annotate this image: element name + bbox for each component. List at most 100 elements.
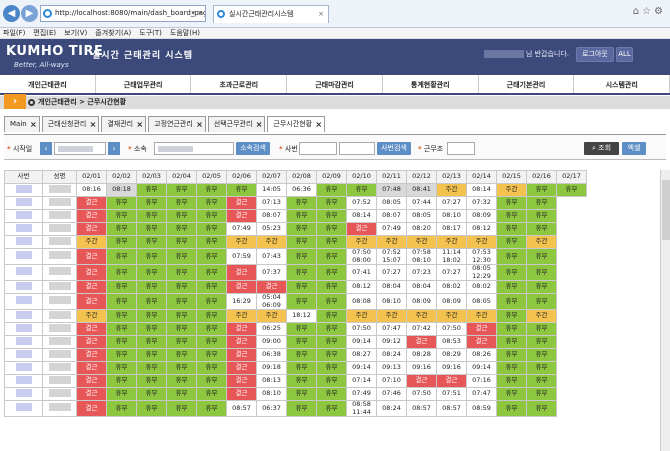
day-cell[interactable]: 휴무 <box>106 335 137 349</box>
day-cell[interactable]: 05:04 06:09 <box>256 293 287 310</box>
page-tab[interactable]: 근무시간현황 × <box>267 116 326 132</box>
day-cell[interactable]: 결근 <box>76 293 107 310</box>
forward-icon[interactable]: ▶ <box>21 5 38 22</box>
day-cell[interactable]: 08:16 <box>76 183 107 197</box>
day-cell[interactable]: 휴무 <box>286 348 317 362</box>
day-cell[interactable]: 결근 <box>256 280 287 294</box>
column-header[interactable]: 성명 <box>42 170 77 184</box>
day-cell[interactable]: 휴무 <box>106 348 137 362</box>
column-header[interactable]: 02/05 <box>196 170 227 184</box>
day-cell[interactable]: 06:25 <box>256 322 287 336</box>
close-tab-icon[interactable]: × <box>30 117 37 132</box>
day-cell[interactable]: 휴무 <box>106 309 137 323</box>
column-header[interactable]: 02/10 <box>346 170 377 184</box>
day-cell[interactable]: 휴무 <box>106 196 137 210</box>
day-cell[interactable]: 08:57 <box>226 400 257 417</box>
day-cell[interactable]: 휴무 <box>496 348 527 362</box>
day-cell[interactable]: 07:41 <box>346 264 377 281</box>
day-cell[interactable]: 07:59 <box>226 248 257 265</box>
day-cell[interactable]: 휴무 <box>196 293 227 310</box>
day-cell[interactable]: 휴무 <box>196 209 227 223</box>
day-cell[interactable]: 08:59 <box>466 400 497 417</box>
table-row[interactable]: 주간 휴무 휴무 휴무 휴무 주간 주간 휴무 휴무 주간 주간 주간 주간 주간 휴무 주간 <box>4 235 587 249</box>
day-cell[interactable]: 휴무 <box>166 222 197 236</box>
day-cell[interactable]: 휴무 <box>196 322 227 336</box>
column-header[interactable]: 02/08 <box>286 170 317 184</box>
day-cell[interactable]: 휴무 <box>316 209 347 223</box>
table-row[interactable]: 08:16 08:18 휴무 휴무 휴무 휴무 14:05 06:36 휴무 휴무 07:48 08:… <box>4 183 587 197</box>
column-header[interactable]: 02/03 <box>136 170 167 184</box>
day-cell[interactable]: 휴무 <box>106 248 137 265</box>
day-cell[interactable]: 휴무 <box>166 264 197 281</box>
close-tab-icon[interactable]: × <box>256 117 263 132</box>
menu-item[interactable]: 파일(F) <box>3 29 25 37</box>
column-header[interactable]: 02/02 <box>106 170 137 184</box>
day-cell[interactable]: 휴무 <box>346 183 377 197</box>
day-cell[interactable]: 휴무 <box>526 374 557 388</box>
day-cell[interactable]: 결근 <box>76 348 107 362</box>
day-cell[interactable]: 휴무 <box>556 183 587 197</box>
table-row[interactable]: 결근 휴무 휴무 휴무 휴무 결근 06:25 휴무 휴무 07:50 07:47 07:42 07:5… <box>4 322 587 336</box>
day-cell[interactable]: 06:37 <box>256 400 287 417</box>
day-cell[interactable]: 휴무 <box>526 335 557 349</box>
day-cell[interactable]: 휴무 <box>136 196 167 210</box>
start-date-input[interactable] <box>54 142 106 155</box>
day-cell[interactable]: 결근 <box>226 209 257 223</box>
day-cell[interactable]: 05:23 <box>256 222 287 236</box>
column-header[interactable]: 02/17 <box>556 170 587 184</box>
day-cell[interactable]: 휴무 <box>526 222 557 236</box>
day-cell[interactable]: 주간 <box>346 309 377 323</box>
star-icon[interactable]: ☆ <box>642 6 654 17</box>
column-header[interactable]: 02/09 <box>316 170 347 184</box>
day-cell[interactable]: 07:50 <box>346 322 377 336</box>
day-cell[interactable]: 휴무 <box>496 280 527 294</box>
day-cell[interactable]: 휴무 <box>106 322 137 336</box>
day-cell[interactable]: 주간 <box>226 309 257 323</box>
day-cell[interactable]: 08:09 <box>406 293 437 310</box>
page-tab[interactable]: 선택근무관리 × <box>207 116 266 132</box>
page-tab[interactable]: Main × <box>4 116 40 132</box>
table-row[interactable]: 결근 휴무 휴무 휴무 휴무 07:59 07:43 휴무 휴무 07:50 08:00 07:52 1… <box>4 248 587 265</box>
day-cell[interactable]: 휴무 <box>286 280 317 294</box>
day-cell[interactable]: 07:49 <box>346 387 377 401</box>
day-cell[interactable]: 09:16 <box>406 361 437 375</box>
day-cell[interactable]: 휴무 <box>166 400 197 417</box>
day-cell[interactable]: 08:29 <box>436 348 467 362</box>
browser-tab[interactable]: 실시간근태관리시스템 × <box>213 5 329 23</box>
day-cell[interactable]: 휴무 <box>166 183 197 197</box>
day-cell[interactable]: 07:10 <box>376 374 407 388</box>
day-cell[interactable]: 휴무 <box>136 361 167 375</box>
day-cell[interactable]: 휴무 <box>136 248 167 265</box>
day-cell[interactable]: 휴무 <box>286 196 317 210</box>
page-tab[interactable]: 근태신청관리 × <box>41 116 100 132</box>
day-cell[interactable]: 09:14 <box>346 361 377 375</box>
day-cell[interactable]: 결근 <box>76 361 107 375</box>
day-cell[interactable]: 주간 <box>406 235 437 249</box>
day-cell[interactable]: 휴무 <box>316 361 347 375</box>
menu-item[interactable]: 편집(E) <box>33 29 56 37</box>
table-row[interactable]: 결근 휴무 휴무 휴무 휴무 07:49 05:23 휴무 휴무 결근 07:49 08:20 08:1… <box>4 222 587 236</box>
search-button[interactable]: ⌕ 조회 <box>584 142 619 155</box>
day-cell[interactable]: 휴무 <box>526 248 557 265</box>
day-cell[interactable]: 휴무 <box>496 322 527 336</box>
day-cell[interactable]: 08:04 <box>376 280 407 294</box>
day-cell[interactable]: 08:09 <box>436 293 467 310</box>
day-cell[interactable]: 08:09 <box>466 209 497 223</box>
day-cell[interactable]: 주간 <box>406 309 437 323</box>
day-cell[interactable]: 휴무 <box>496 335 527 349</box>
day-cell[interactable]: 결근 <box>76 335 107 349</box>
day-cell[interactable]: 07:50 <box>436 322 467 336</box>
day-cell[interactable]: 휴무 <box>136 309 167 323</box>
day-cell[interactable]: 휴무 <box>496 222 527 236</box>
day-cell[interactable]: 07:14 <box>346 374 377 388</box>
day-cell[interactable]: 결근 <box>226 196 257 210</box>
day-cell[interactable]: 결근 <box>406 335 437 349</box>
day-cell[interactable]: 휴무 <box>196 264 227 281</box>
table-row[interactable]: 결근 휴무 휴무 휴무 휴무 16:29 05:04 06:09 휴무 휴무 08:08 08:10 0… <box>4 293 587 310</box>
day-cell[interactable]: 휴무 <box>316 248 347 265</box>
dept-search-button[interactable]: 소속검색 <box>236 142 270 155</box>
column-header[interactable]: 02/15 <box>496 170 527 184</box>
day-cell[interactable]: 11:14 18:02 <box>436 248 467 265</box>
day-cell[interactable]: 결근 <box>76 209 107 223</box>
day-cell[interactable]: 휴무 <box>316 400 347 417</box>
